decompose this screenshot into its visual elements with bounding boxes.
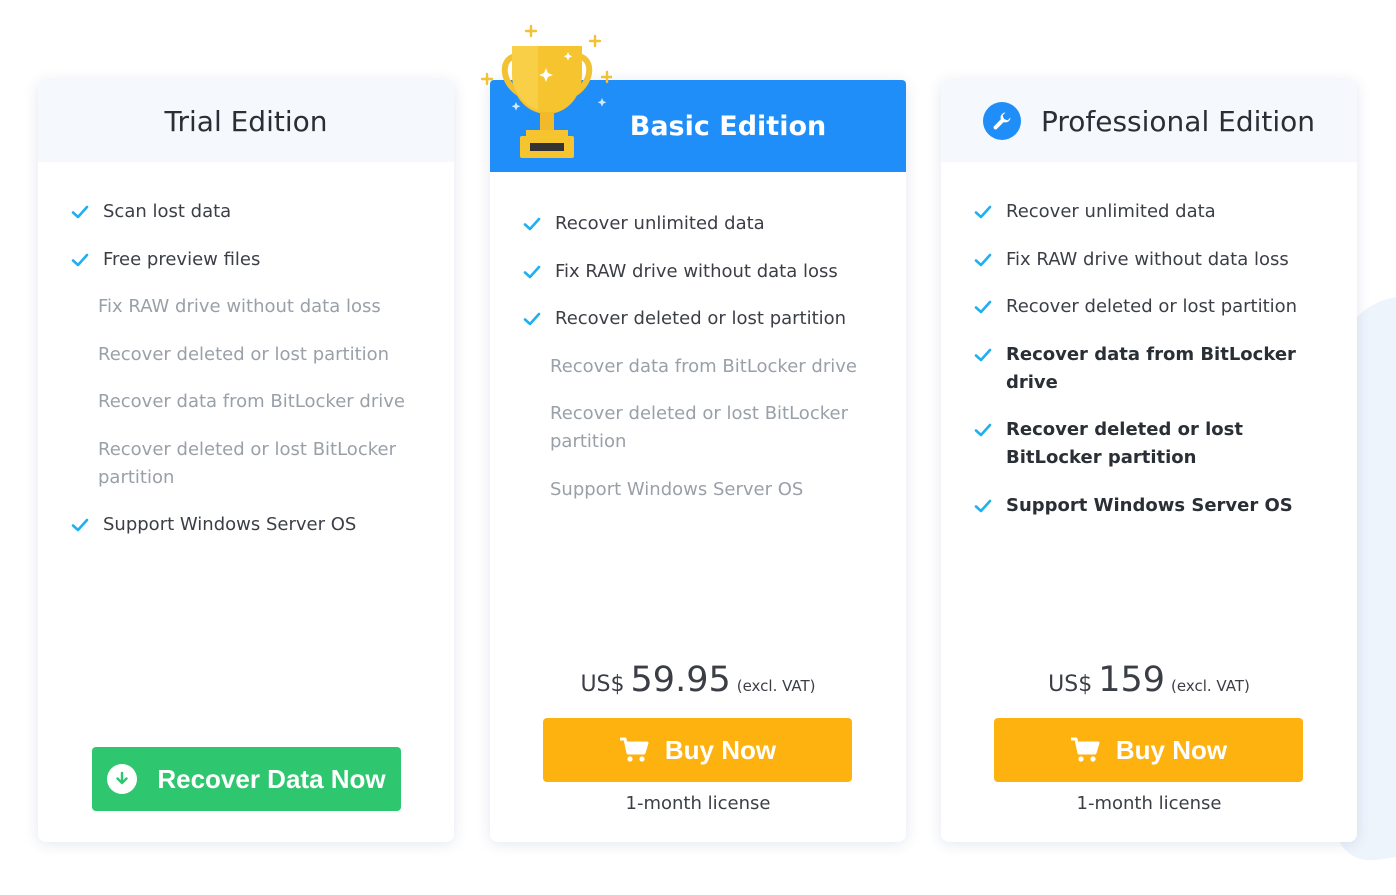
feature-text: Support Windows Server OS (550, 478, 804, 500)
feature-text: Fix RAW drive without data loss (555, 260, 838, 282)
checkmark-icon (974, 348, 992, 361)
trial-feature-list: Scan lost data Free preview files Fix RAW … (71, 198, 431, 559)
checkmark-icon (974, 300, 992, 314)
buy-now-label: Buy Now (664, 734, 777, 765)
checkmark-icon (71, 253, 89, 266)
download-circle-icon (107, 764, 138, 794)
wrench-icon (982, 102, 1021, 140)
feature-text: Recover deleted or lost BitLocker partit… (550, 403, 848, 452)
recover-data-now-button[interactable]: Recover Data Now (92, 747, 401, 811)
basic-edition-title: Basic Edition (629, 110, 827, 142)
feature-item: Recover data from BitLocker drive (523, 353, 883, 381)
feature-text: Scan lost data (103, 201, 232, 222)
buy-now-label: Buy Now (1115, 734, 1228, 765)
feature-item: Support Windows Server OS (523, 476, 883, 504)
feature-item: Fix RAW drive without data loss (71, 293, 431, 321)
feature-text: Recover data from BitLocker drive (1006, 343, 1296, 393)
feature-text: Recover unlimited data (1006, 201, 1216, 222)
price-note: (excl. VAT) (1171, 677, 1250, 695)
checkmark-icon (523, 312, 541, 326)
feature-item: Fix RAW drive without data loss (523, 258, 883, 286)
feature-item: Support Windows Server OS (71, 511, 431, 539)
feature-item: Recover deleted or lost partition (523, 305, 883, 333)
feature-item: Recover data from BitLocker drive (974, 341, 1334, 397)
basic-price: US$ 59.95 (excl. VAT) (490, 660, 906, 700)
professional-edition-title: Professional Edition (1040, 104, 1316, 138)
trophy-icon (480, 24, 612, 158)
feature-item: Fix RAW drive without data loss (974, 246, 1334, 274)
feature-item: Recover deleted or lost BitLocker partit… (71, 436, 431, 492)
feature-text: Recover deleted or lost partition (98, 343, 390, 365)
basic-feature-list: Recover unlimited data Fix RAW drive with… (523, 210, 883, 523)
pro-price: US$ 159 (excl. VAT) (941, 660, 1357, 700)
checkmark-icon (974, 499, 992, 512)
professional-edition-header: Professional Edition (941, 80, 1357, 162)
professional-edition-card: Professional Edition Recover unlimited d… (941, 80, 1357, 842)
trial-edition-header: Trial Edition (38, 80, 454, 162)
checkmark-icon (974, 205, 992, 219)
feature-item: Scan lost data (71, 198, 431, 226)
cart-icon (1070, 737, 1100, 762)
feature-item: Support Windows Server OS (974, 492, 1334, 520)
checkmark-icon (523, 217, 541, 231)
feature-item: Free preview files (71, 246, 431, 274)
checkmark-icon (974, 423, 992, 437)
feature-item: Recover deleted or lost partition (974, 293, 1334, 321)
feature-text: Recover unlimited data (555, 213, 765, 234)
price-note: (excl. VAT) (736, 677, 816, 695)
feature-text: Free preview files (103, 248, 261, 270)
feature-item: Recover unlimited data (974, 198, 1334, 226)
feature-item: Recover deleted or lost partition (71, 341, 431, 369)
feature-text: Recover data from BitLocker drive (98, 391, 405, 412)
trial-edition-title: Trial Edition (164, 104, 328, 138)
basic-buy-now-button[interactable]: Buy Now (543, 718, 852, 782)
price-amount: 159 (1098, 660, 1166, 700)
feature-text: Recover deleted or lost partition (1006, 296, 1298, 317)
pro-buy-now-button[interactable]: Buy Now (994, 718, 1303, 782)
pro-feature-list: Recover unlimited data Fix RAW drive with… (974, 198, 1334, 539)
price-currency: US$ (1048, 672, 1093, 697)
feature-text: Recover deleted or lost BitLocker partit… (98, 438, 396, 488)
trial-edition-card: Trial Edition Scan lost data Free preview… (38, 80, 454, 842)
price-currency: US$ (580, 672, 625, 697)
checkmark-icon (71, 518, 89, 532)
recover-data-now-label: Recover Data Now (157, 763, 386, 794)
checkmark-icon (71, 205, 89, 219)
feature-text: Recover deleted or lost BitLocker partit… (1006, 419, 1243, 468)
basic-edition-card: Basic Edition Recover unlimited data Fix … (480, 24, 906, 842)
cart-icon (619, 737, 649, 762)
pro-license: 1-month license (1076, 793, 1222, 814)
feature-text: Support Windows Server OS (1006, 494, 1293, 516)
feature-item: Recover deleted or lost BitLocker partit… (523, 400, 883, 456)
feature-text: Recover deleted or lost partition (555, 308, 847, 329)
feature-item: Recover data from BitLocker drive (71, 388, 431, 416)
checkmark-icon (974, 253, 992, 266)
basic-license: 1-month license (625, 793, 771, 814)
checkmark-icon (523, 265, 541, 278)
feature-text: Fix RAW drive without data loss (98, 296, 381, 317)
feature-item: Recover unlimited data (523, 210, 883, 238)
feature-text: Fix RAW drive without data loss (1006, 248, 1289, 270)
feature-item: Recover deleted or lost BitLocker partit… (974, 416, 1334, 472)
feature-text: Support Windows Server OS (103, 514, 357, 535)
feature-text: Recover data from BitLocker drive (550, 355, 857, 377)
price-amount: 59.95 (630, 660, 731, 700)
